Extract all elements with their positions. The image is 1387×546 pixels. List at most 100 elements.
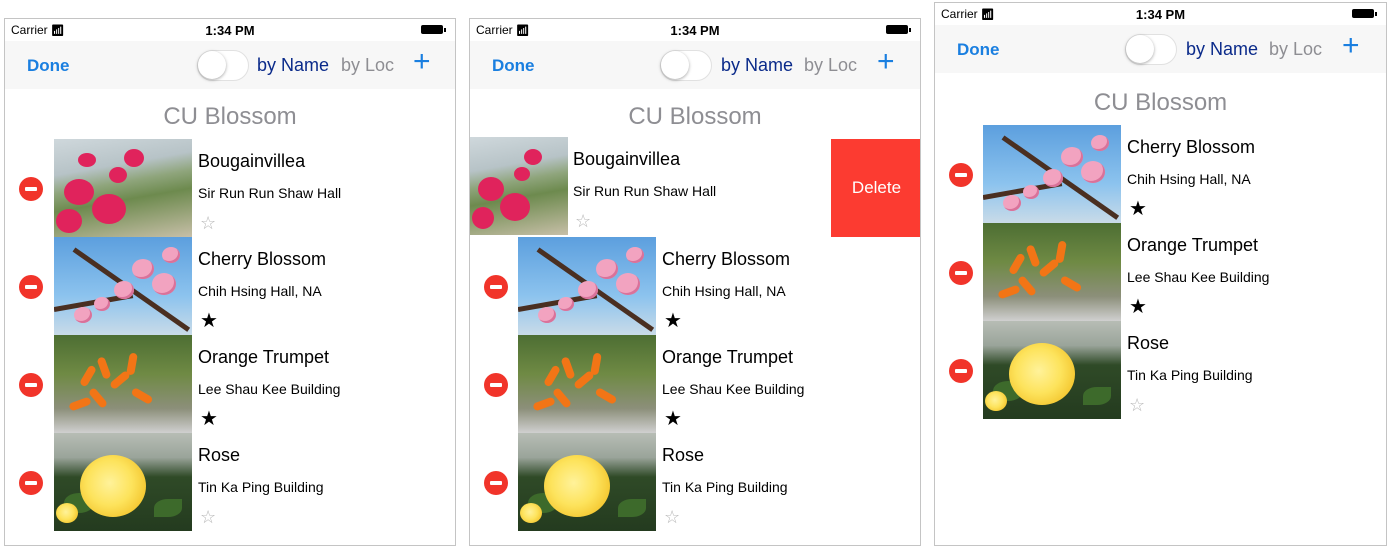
done-button[interactable]: Done	[492, 56, 535, 76]
favorite-star-icon[interactable]: ★	[200, 311, 218, 331]
navigation-bar: Done by Name by Loc +	[470, 41, 920, 89]
done-button[interactable]: Done	[27, 56, 70, 76]
favorite-star-icon[interactable]: ★	[1129, 297, 1147, 317]
battery-icon	[1352, 9, 1377, 18]
flower-name: Cherry Blossom	[198, 249, 327, 269]
favorite-star-icon[interactable]: ★	[200, 409, 218, 429]
status-bar: Carrier 📶︎ 1:34 PM	[470, 19, 920, 41]
add-button[interactable]: +	[413, 47, 431, 77]
navigation-bar: Done by Name by Loc +	[5, 41, 455, 89]
status-time: 1:34 PM	[205, 23, 255, 38]
flower-photo	[518, 335, 656, 433]
flower-location: Chih Hsing Hall, NA	[1127, 171, 1251, 187]
sort-by-name-button[interactable]: by Name	[257, 55, 329, 76]
flower-photo	[518, 237, 656, 335]
flower-name: Orange Trumpet	[662, 347, 794, 367]
favorite-star-icon[interactable]: ★	[1129, 199, 1147, 219]
flower-photo	[54, 139, 192, 237]
delete-circle-button[interactable]	[484, 275, 508, 299]
flower-location: Sir Run Run Shaw Hall	[573, 183, 717, 199]
delete-circle-button[interactable]	[19, 373, 43, 397]
flower-location: Chih Hsing Hall, NA	[662, 283, 786, 299]
flower-row-bougainvillea[interactable]: Bougainvillea Sir Run Run Shaw Hall ☆	[5, 139, 455, 237]
flower-location: Tin Ka Ping Building	[662, 479, 788, 495]
flower-name: Rose	[198, 445, 241, 465]
flower-photo	[54, 433, 192, 531]
delete-circle-button[interactable]	[949, 359, 973, 383]
favorite-star-icon[interactable]: ☆	[200, 507, 216, 527]
page-title: CU Blossom	[163, 103, 297, 130]
toggle-knob	[198, 51, 226, 79]
toggle-knob	[661, 51, 689, 79]
done-button[interactable]: Done	[957, 40, 1000, 60]
sort-toggle[interactable]	[660, 50, 712, 81]
flower-photo	[983, 321, 1121, 419]
flower-row-orange-trumpet[interactable]: Orange Trumpet Lee Shau Kee Building ★	[470, 335, 920, 433]
flower-row-orange-trumpet[interactable]: Orange Trumpet Lee Shau Kee Building ★	[5, 335, 455, 433]
status-time: 1:34 PM	[1135, 7, 1186, 22]
favorite-star-icon[interactable]: ☆	[200, 213, 216, 233]
add-button[interactable]: +	[1342, 31, 1360, 61]
phone-screen-after-delete: Carrier 📶︎ 1:34 PM Done by Name by Loc + …	[934, 2, 1387, 546]
flower-photo	[470, 137, 568, 235]
favorite-star-icon[interactable]: ☆	[664, 507, 680, 527]
flower-location: Lee Shau Kee Building	[1127, 269, 1270, 285]
navigation-bar: Done by Name by Loc +	[935, 25, 1386, 73]
flower-row-rose[interactable]: Rose Tin Ka Ping Building ☆	[470, 433, 920, 531]
favorite-star-icon[interactable]: ★	[664, 311, 682, 331]
flower-location: Lee Shau Kee Building	[662, 381, 805, 397]
flower-name: Rose	[1127, 333, 1170, 353]
flower-location: Lee Shau Kee Building	[198, 381, 341, 397]
status-bar: Carrier 📶︎ 1:34 PM	[935, 3, 1386, 25]
toggle-knob	[1126, 35, 1154, 63]
sort-by-name-button[interactable]: by Name	[1186, 39, 1258, 60]
favorite-star-icon[interactable]: ☆	[1129, 395, 1145, 415]
flower-row-cherry-blossom[interactable]: Cherry Blossom Chih Hsing Hall, NA ★	[5, 237, 455, 335]
flower-name: Orange Trumpet	[198, 347, 330, 367]
delete-circle-button[interactable]	[484, 373, 508, 397]
flower-location: Chih Hsing Hall, NA	[198, 283, 322, 299]
flower-row-rose[interactable]: Rose Tin Ka Ping Building ☆	[5, 433, 455, 531]
flower-name: Rose	[662, 445, 705, 465]
flower-photo	[983, 223, 1121, 321]
delete-circle-button[interactable]	[484, 471, 508, 495]
page-title: CU Blossom	[628, 103, 762, 130]
status-time: 1:34 PM	[670, 23, 720, 38]
flower-name: Cherry Blossom	[1127, 137, 1256, 157]
status-bar: Carrier 📶︎ 1:34 PM	[5, 19, 455, 41]
flower-photo	[54, 237, 192, 335]
favorite-star-icon[interactable]: ★	[664, 409, 682, 429]
sort-toggle[interactable]	[1125, 34, 1177, 65]
sort-by-name-button[interactable]: by Name	[721, 55, 793, 76]
flower-row-cherry-blossom[interactable]: Cherry Blossom Chih Hsing Hall, NA ★	[935, 125, 1386, 223]
battery-icon	[421, 25, 446, 34]
delete-circle-button[interactable]	[949, 163, 973, 187]
delete-button[interactable]: Delete	[831, 139, 920, 237]
flower-location: Tin Ka Ping Building	[198, 479, 324, 495]
flower-name: Bougainvillea	[198, 151, 306, 171]
flower-photo	[518, 433, 656, 531]
add-button[interactable]: +	[877, 47, 895, 77]
flower-name: Bougainvillea	[573, 149, 681, 169]
page-title: CU Blossom	[1093, 89, 1228, 116]
phone-screen-edit-mode: Carrier 📶︎ 1:34 PM Done by Name by Loc + …	[4, 18, 456, 546]
delete-circle-button[interactable]	[19, 177, 43, 201]
delete-circle-button[interactable]	[19, 275, 43, 299]
flower-name: Cherry Blossom	[662, 249, 791, 269]
delete-circle-button[interactable]	[949, 261, 973, 285]
sort-toggle[interactable]	[197, 50, 249, 81]
phone-screen-swipe-delete: Carrier 📶︎ 1:34 PM Done by Name by Loc + …	[469, 18, 921, 546]
favorite-star-icon[interactable]: ☆	[575, 211, 591, 231]
flower-row-cherry-blossom[interactable]: Cherry Blossom Chih Hsing Hall, NA ★	[470, 237, 920, 335]
flower-row-rose[interactable]: Rose Tin Ka Ping Building ☆	[935, 321, 1386, 419]
sort-by-location-button[interactable]: by Loc	[1269, 39, 1322, 60]
flower-photo	[983, 125, 1121, 223]
flower-row-orange-trumpet[interactable]: Orange Trumpet Lee Shau Kee Building ★	[935, 223, 1386, 321]
delete-circle-button[interactable]	[19, 471, 43, 495]
flower-name: Orange Trumpet	[1127, 235, 1259, 255]
flower-photo	[54, 335, 192, 433]
sort-by-location-button[interactable]: by Loc	[341, 55, 394, 76]
sort-by-location-button[interactable]: by Loc	[804, 55, 857, 76]
flower-location: Tin Ka Ping Building	[1127, 367, 1253, 383]
flower-location: Sir Run Run Shaw Hall	[198, 185, 342, 201]
